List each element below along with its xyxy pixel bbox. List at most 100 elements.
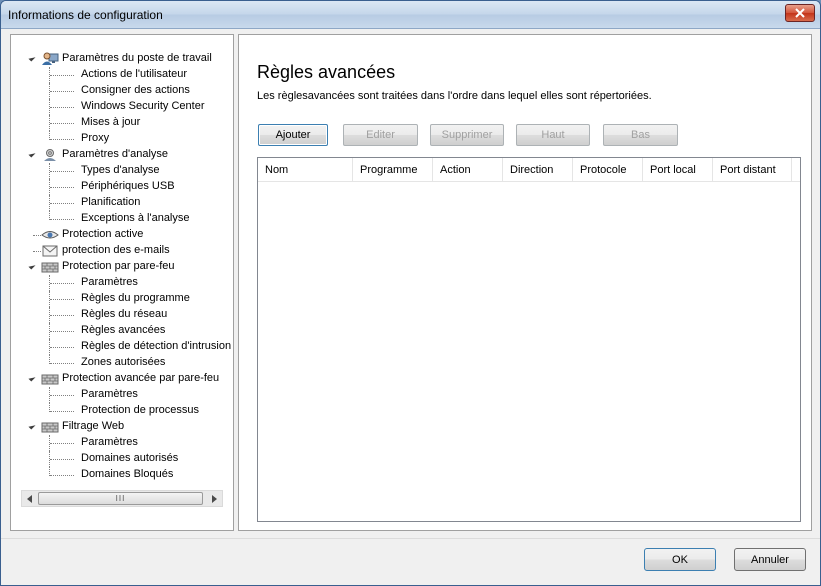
tree-item[interactable]: Planification [11, 195, 233, 211]
tree-item[interactable]: Règles avancées [11, 323, 233, 339]
envelope-icon [41, 243, 59, 258]
expand-triangle-icon[interactable] [28, 422, 36, 430]
tree-connector [50, 283, 74, 284]
tree-item[interactable]: Paramètres [11, 435, 233, 451]
tree-item-label: Paramètres [81, 436, 138, 448]
settings-tree: Paramètres du poste de travail Actions de… [11, 35, 233, 490]
firewall-icon [41, 371, 59, 386]
column-header[interactable]: Nom [258, 158, 353, 182]
expand-triangle-icon[interactable] [28, 54, 36, 62]
tree-node-label: Protection avancée par pare-feu [62, 372, 220, 384]
tree-item[interactable]: Proxy [11, 131, 233, 147]
tree-item[interactable]: Actions de l'utilisateur [11, 67, 233, 83]
tree-node[interactable]: Paramètres d'analyse [11, 147, 233, 163]
tree-connector [33, 251, 41, 252]
navigation-panel: Paramètres du poste de travail Actions de… [10, 34, 234, 531]
expand-triangle-icon[interactable] [28, 374, 36, 382]
expand-triangle-icon[interactable] [28, 150, 36, 158]
tree-connector [50, 347, 74, 348]
tree-node[interactable]: Filtrage Web [11, 419, 233, 435]
tree-connector [50, 75, 74, 76]
tree-horizontal-scrollbar[interactable]: III [21, 490, 223, 507]
tree-connector [50, 475, 74, 476]
column-header[interactable]: Port local [643, 158, 713, 182]
scroll-thumb[interactable]: III [38, 492, 203, 505]
column-header[interactable]: Action [433, 158, 503, 182]
tree-connector [50, 395, 74, 396]
content-panel: Règles avancées Les règlesavancées sont … [238, 34, 812, 531]
tree-item-label: Paramètres [81, 276, 138, 288]
tree-connector [50, 171, 74, 172]
tree-item-label: Actions de l'utilisateur [81, 68, 188, 80]
tree-item[interactable]: Règles du réseau [11, 307, 233, 323]
tree-item-label: Périphériques USB [81, 180, 175, 192]
eye-icon [41, 227, 59, 242]
rules-table[interactable]: Nom Programme Action Direction Protocole Port… [257, 157, 801, 522]
tree-item[interactable]: Domaines autorisés [11, 451, 233, 467]
tree-item-label: Consigner des actions [81, 84, 190, 96]
tree-item-label: Mises à jour [81, 116, 141, 128]
tree-item[interactable]: Règles de détection d'intrusion [11, 339, 233, 355]
tree-connector [50, 331, 74, 332]
tree-item[interactable]: Zones autorisées [11, 355, 233, 371]
scroll-right-arrow[interactable] [206, 491, 222, 506]
tree-item[interactable]: Types d'analyse [11, 163, 233, 179]
tree-connector [50, 411, 74, 412]
tree-item[interactable]: Règles du programme [11, 291, 233, 307]
tree-node-label: Protection par pare-feu [62, 260, 175, 272]
tree-item[interactable]: Protection de processus [11, 403, 233, 419]
tree-node[interactable]: Paramètres du poste de travail [11, 51, 233, 67]
close-icon [795, 8, 805, 18]
firewall-icon [41, 259, 59, 274]
add-button[interactable]: Ajouter [258, 124, 328, 146]
firewall-icon [41, 419, 59, 434]
expand-triangle-icon[interactable] [28, 262, 36, 270]
arrow-right-icon [212, 494, 217, 503]
tree-item[interactable]: Paramètres [11, 387, 233, 403]
tree-connector [50, 299, 74, 300]
tree-item-label: Règles du réseau [81, 308, 168, 320]
title-bar[interactable]: Informations de configuration [1, 1, 820, 29]
tree-node[interactable]: Protection active [11, 227, 233, 243]
page-description: Les règlesavancées sont traitées dans l'… [257, 90, 652, 102]
tree-node[interactable]: protection des e-mails [11, 243, 233, 259]
tree-connector [50, 459, 74, 460]
tree-item[interactable]: Domaines Bloqués [11, 467, 233, 483]
column-header[interactable]: Port distant [713, 158, 792, 182]
tree-item-label: Planification [81, 196, 141, 208]
config-window: Informations de configuration Paramètres… [0, 0, 821, 586]
ok-button[interactable]: OK [644, 548, 716, 571]
tree-node[interactable]: Protection avancée par pare-feu [11, 371, 233, 387]
column-header[interactable]: Programme [353, 158, 433, 182]
tree-connector [50, 187, 74, 188]
tree-connector [50, 443, 74, 444]
tree-node-label: Protection active [62, 228, 144, 240]
tree-item[interactable]: Exceptions à l'analyse [11, 211, 233, 227]
tree-item[interactable]: Windows Security Center [11, 99, 233, 115]
tree-item[interactable]: Consigner des actions [11, 83, 233, 99]
close-button[interactable] [785, 4, 815, 22]
column-header[interactable]: Direction [503, 158, 573, 182]
tree-item-label: Protection de processus [81, 404, 200, 416]
tree-item[interactable]: Paramètres [11, 275, 233, 291]
tree-item-label: Types d'analyse [81, 164, 160, 176]
window-title: Informations de configuration [8, 8, 163, 22]
tree-connector [50, 315, 74, 316]
move-down-button[interactable]: Bas [603, 124, 678, 146]
tree-connector [50, 123, 74, 124]
move-up-button[interactable]: Haut [516, 124, 590, 146]
column-header[interactable]: Protocole [573, 158, 643, 182]
tree-node-label: Paramètres d'analyse [62, 148, 169, 160]
edit-button[interactable]: Editer [343, 124, 418, 146]
tree-node-label: protection des e-mails [62, 244, 170, 256]
tree-connector [50, 363, 74, 364]
delete-button[interactable]: Supprimer [430, 124, 504, 146]
cancel-button[interactable]: Annuler [734, 548, 806, 571]
tree-item[interactable]: Périphériques USB [11, 179, 233, 195]
tree-item-label: Domaines autorisés [81, 452, 179, 464]
tree-item[interactable]: Mises à jour [11, 115, 233, 131]
tree-item-label: Règles avancées [81, 324, 166, 336]
footer-divider [1, 538, 820, 539]
scroll-left-arrow[interactable] [22, 491, 38, 506]
tree-node[interactable]: Protection par pare-feu [11, 259, 233, 275]
